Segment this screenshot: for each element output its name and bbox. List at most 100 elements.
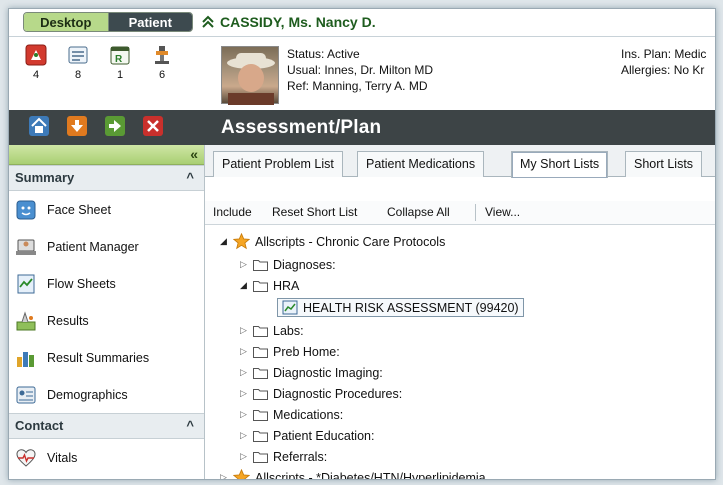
sidebar-item-flow-sheets[interactable]: Flow Sheets [9,265,204,302]
sidebar-item-face-sheet[interactable]: Face Sheet [9,191,204,228]
collapsed-icon[interactable]: ▷ [239,451,248,462]
collapsed-icon[interactable]: ▷ [219,472,228,479]
collapse-all-button[interactable]: Collapse All [387,205,450,219]
contact-group-header[interactable]: Contact ^ [9,413,204,439]
desktop-button[interactable]: Desktop [24,13,109,31]
tree-label: Patient Education: [273,428,375,443]
selected-item-frame[interactable]: HEALTH RISK ASSESSMENT (99420) [277,298,524,317]
tab-patient-medications[interactable]: Patient Medications [357,151,485,177]
home-button[interactable] [29,116,49,136]
right-arrow-button[interactable] [105,116,125,136]
alerts-counter[interactable]: 4 [23,44,49,81]
sidebar-item-label: Face Sheet [47,202,111,217]
mode-toggle: Desktop Patient [23,12,193,32]
tree-row-hra[interactable]: ◢ HRA [239,275,299,296]
folder-icon [253,367,268,379]
tree-row-labs[interactable]: ▷ Labs: [239,320,304,341]
tree-row-health-risk-assessment[interactable]: HEALTH RISK ASSESSMENT (99420) [277,297,524,318]
caret-up-icon[interactable]: ^ [186,414,194,438]
sidebar-item-result-summaries[interactable]: Result Summaries [9,339,204,376]
order-icon [282,300,298,315]
patient-banner: CASSIDY, Ms. Nancy D. [201,14,376,30]
collapsed-icon[interactable]: ▷ [239,409,248,420]
tree-label: Allscripts - Chronic Care Protocols [255,234,446,249]
summary-group-header[interactable]: Summary ^ [9,165,204,191]
collapsed-icon[interactable]: ▷ [239,388,248,399]
collapsed-icon[interactable]: ▷ [239,367,248,378]
app-window: Desktop Patient CASSIDY, Ms. Nancy D. 4 [8,8,716,480]
sidebar-item-label: Patient Manager [47,239,139,254]
patient-name[interactable]: CASSIDY, Ms. Nancy D. [220,14,376,30]
sidebar-item-label: Flow Sheets [47,276,116,291]
home-icon [31,117,47,133]
folder-icon [253,388,268,400]
sidebar-item-vitals[interactable]: Vitals [9,439,204,476]
tab-my-short-lists[interactable]: My Short Lists [511,151,609,178]
sidebar-item-label: Results [47,313,89,328]
tree-row-medications[interactable]: ▷ Medications: [239,404,343,425]
patient-photo [221,46,279,105]
rx-icon: R [110,46,130,65]
tree-row-referrals[interactable]: ▷ Referrals: [239,446,327,467]
tree-row-diabetes[interactable]: ▷ Allscripts - *Diabetes/HTN/Hyperlipide… [219,467,486,480]
notes-count: 8 [74,69,82,81]
pin-counter[interactable]: 6 [149,44,175,81]
expanded-icon[interactable]: ◢ [239,280,248,291]
alerts-count: 4 [32,69,40,81]
collapsed-icon[interactable]: ▷ [239,430,248,441]
contact-header-label: Contact [15,418,64,433]
collapsed-icon[interactable]: ▷ [239,325,248,336]
include-button[interactable]: Include [213,205,252,219]
folder-icon [253,430,268,442]
toolbar-divider [475,204,476,221]
pin-count: 6 [158,69,166,81]
patient-header: 4 8 R 1 6 Status: Active Usual: Innes, D… [9,38,715,110]
down-arrow-button[interactable] [67,116,87,136]
arrow-down-icon [71,120,83,132]
tree-row-diagnostic-procedures[interactable]: ▷ Diagnostic Procedures: [239,383,402,404]
tree-label: Allscripts - *Diabetes/HTN/Hyperlipidemi… [255,470,486,480]
alerts-icon [25,44,47,66]
collapsed-icon[interactable]: ▷ [239,346,248,357]
face-sheet-icon [16,200,36,219]
tree-row-diagnostic-imaging[interactable]: ▷ Diagnostic Imaging: [239,362,383,383]
sidebar-item-label: Result Summaries [47,350,150,365]
arrow-right-icon [109,120,121,132]
tree-label: HRA [273,278,300,293]
tree-label: Diagnostic Imaging: [273,365,383,380]
page-title: Assessment/Plan [221,117,382,138]
tab-short-lists[interactable]: Short Lists [625,151,703,177]
flow-sheets-icon [17,274,35,293]
sidebar-item-demographics[interactable]: Demographics [9,376,204,413]
tree-row-chronic-care[interactable]: ◢ Allscripts - Chronic Care Protocols [219,231,445,252]
tree-row-diagnoses[interactable]: ▷ Diagnoses: [239,254,336,275]
tree-row-patient-education[interactable]: ▷ Patient Education: [239,425,374,446]
collapse-sidebar-icon[interactable]: « [190,146,198,162]
chevron-up-icon[interactable] [201,15,215,29]
tree-label: Medications: [273,407,344,422]
caret-up-icon[interactable]: ^ [186,166,194,190]
sidebar-item-label: Demographics [47,387,128,402]
tree-label: Diagnoses: [273,257,336,272]
tab-bar: Patient Problem List Patient Medications… [205,145,715,178]
collapsed-icon[interactable]: ▷ [239,259,248,270]
sidebar-item-results[interactable]: Results [9,302,204,339]
tree-row-preb-home[interactable]: ▷ Preb Home: [239,341,340,362]
view-menu-button[interactable]: View... [485,205,520,219]
reset-short-list-button[interactable]: Reset Short List [272,205,357,219]
patient-status-block: Status: Active Usual: Innes, Dr. Milton … [287,46,433,94]
sidebar-item-patient-manager[interactable]: Patient Manager [9,228,204,265]
sidebar-item-label: Vitals [47,450,78,465]
summary-header-label: Summary [15,170,75,185]
close-chart-button[interactable] [143,116,163,136]
folder-open-icon [253,280,268,292]
vitals-icon [16,448,36,467]
notes-counter[interactable]: 8 [65,44,91,81]
status-text: Status: Active [287,47,360,61]
expanded-icon[interactable]: ◢ [219,236,228,247]
tab-patient-problem-list[interactable]: Patient Problem List [213,151,343,177]
tree-label: Labs: [273,323,304,338]
patient-button[interactable]: Patient [108,13,192,31]
rx-counter[interactable]: R 1 [107,44,133,81]
referring-provider-text: Ref: Manning, Terry A. MD [287,79,428,93]
